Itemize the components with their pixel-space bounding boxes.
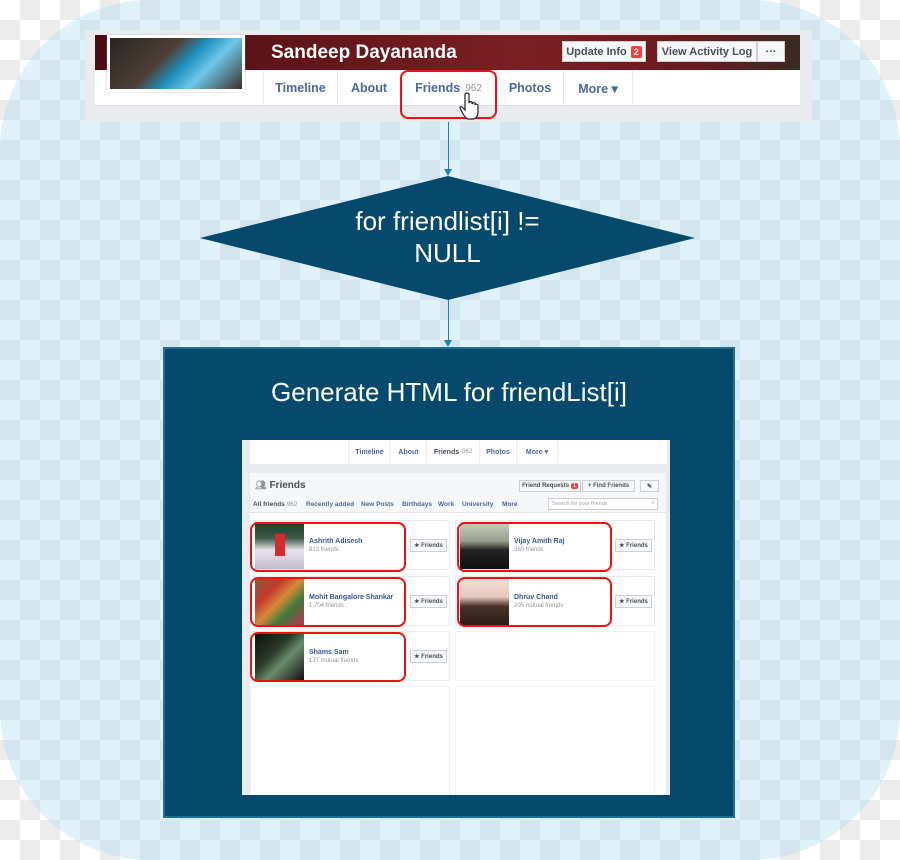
inner-profile-nav: Timeline About Friends 962 Photos More ▾	[250, 440, 667, 464]
friends-panel-header: 👥︎ Friends Friend Requests 1 + Find Friend…	[250, 473, 666, 513]
tab-label: About	[398, 448, 419, 456]
filter-new-posts[interactable]: New Posts	[361, 501, 394, 508]
friend-requests-badge: 1	[571, 483, 578, 489]
section-title-text: Friends	[269, 480, 306, 491]
decision-text: for friendlist[i] != NULL	[200, 205, 695, 269]
filter-count: 962	[286, 501, 298, 508]
filter-university[interactable]: University	[462, 501, 493, 508]
tab-more[interactable]: More ▾	[516, 440, 558, 464]
tab-about[interactable]: About	[390, 440, 426, 464]
tab-label: Photos	[486, 448, 510, 456]
friends-list-screenshot: Timeline About Friends 962 Photos More ▾ …	[242, 440, 670, 795]
friends-button[interactable]: ★ Friends	[410, 650, 447, 663]
filter-recently-added[interactable]: Recently added	[306, 501, 354, 508]
decision-line-2: NULL	[414, 238, 481, 268]
arrowhead	[444, 340, 452, 347]
empty-card	[455, 631, 655, 681]
find-friends-button[interactable]: + Find Friends	[582, 480, 635, 492]
pencil-icon[interactable]: ✎	[640, 480, 659, 492]
tab-friends[interactable]: Friends 962	[426, 440, 479, 464]
friend-highlight	[250, 577, 406, 627]
filter-work[interactable]: Work	[438, 501, 454, 508]
tab-label: Timeline	[355, 448, 384, 456]
tab-label: More ▾	[525, 449, 549, 456]
friend-highlight	[457, 522, 612, 572]
tab-label: Friends	[433, 448, 460, 456]
friends-people-icon: 👥︎	[255, 480, 267, 490]
friend-requests-button[interactable]: Friend Requests 1	[519, 480, 581, 492]
filter-birthdays[interactable]: Birthdays	[402, 501, 432, 508]
filter-more[interactable]: More	[502, 501, 518, 508]
friends-section-title: 👥︎ Friends	[255, 480, 306, 491]
process-title: Generate HTML for friendList[i]	[271, 377, 627, 407]
search-placeholder: Search for your friends	[552, 501, 608, 507]
friends-button[interactable]: ★ Friends	[410, 539, 447, 552]
friend-highlight	[457, 577, 612, 627]
filter-all-friends[interactable]: All friends 962	[253, 501, 297, 508]
connector-line	[448, 300, 449, 341]
friend-highlight	[250, 632, 406, 682]
filter-label: All friends	[253, 501, 285, 508]
decision-line-1: for friendlist[i] !=	[355, 206, 540, 236]
search-icon: ⌕	[651, 500, 655, 506]
empty-card	[250, 686, 450, 795]
friend-highlight	[250, 522, 406, 572]
friend-requests-label: Friend Requests	[522, 483, 570, 489]
friends-button[interactable]: ★ Friends	[615, 539, 652, 552]
tab-timeline[interactable]: Timeline	[348, 440, 390, 464]
friends-button[interactable]: ★ Friends	[615, 595, 652, 608]
tab-photos[interactable]: Photos	[479, 440, 516, 464]
process-box: Generate HTML for friendList[i] Timeline…	[163, 347, 735, 818]
friends-count: 962	[462, 449, 473, 455]
search-friends-input[interactable]: Search for your friends ⌕	[548, 498, 658, 510]
empty-card	[455, 686, 655, 795]
friends-button[interactable]: ★ Friends	[410, 595, 447, 608]
